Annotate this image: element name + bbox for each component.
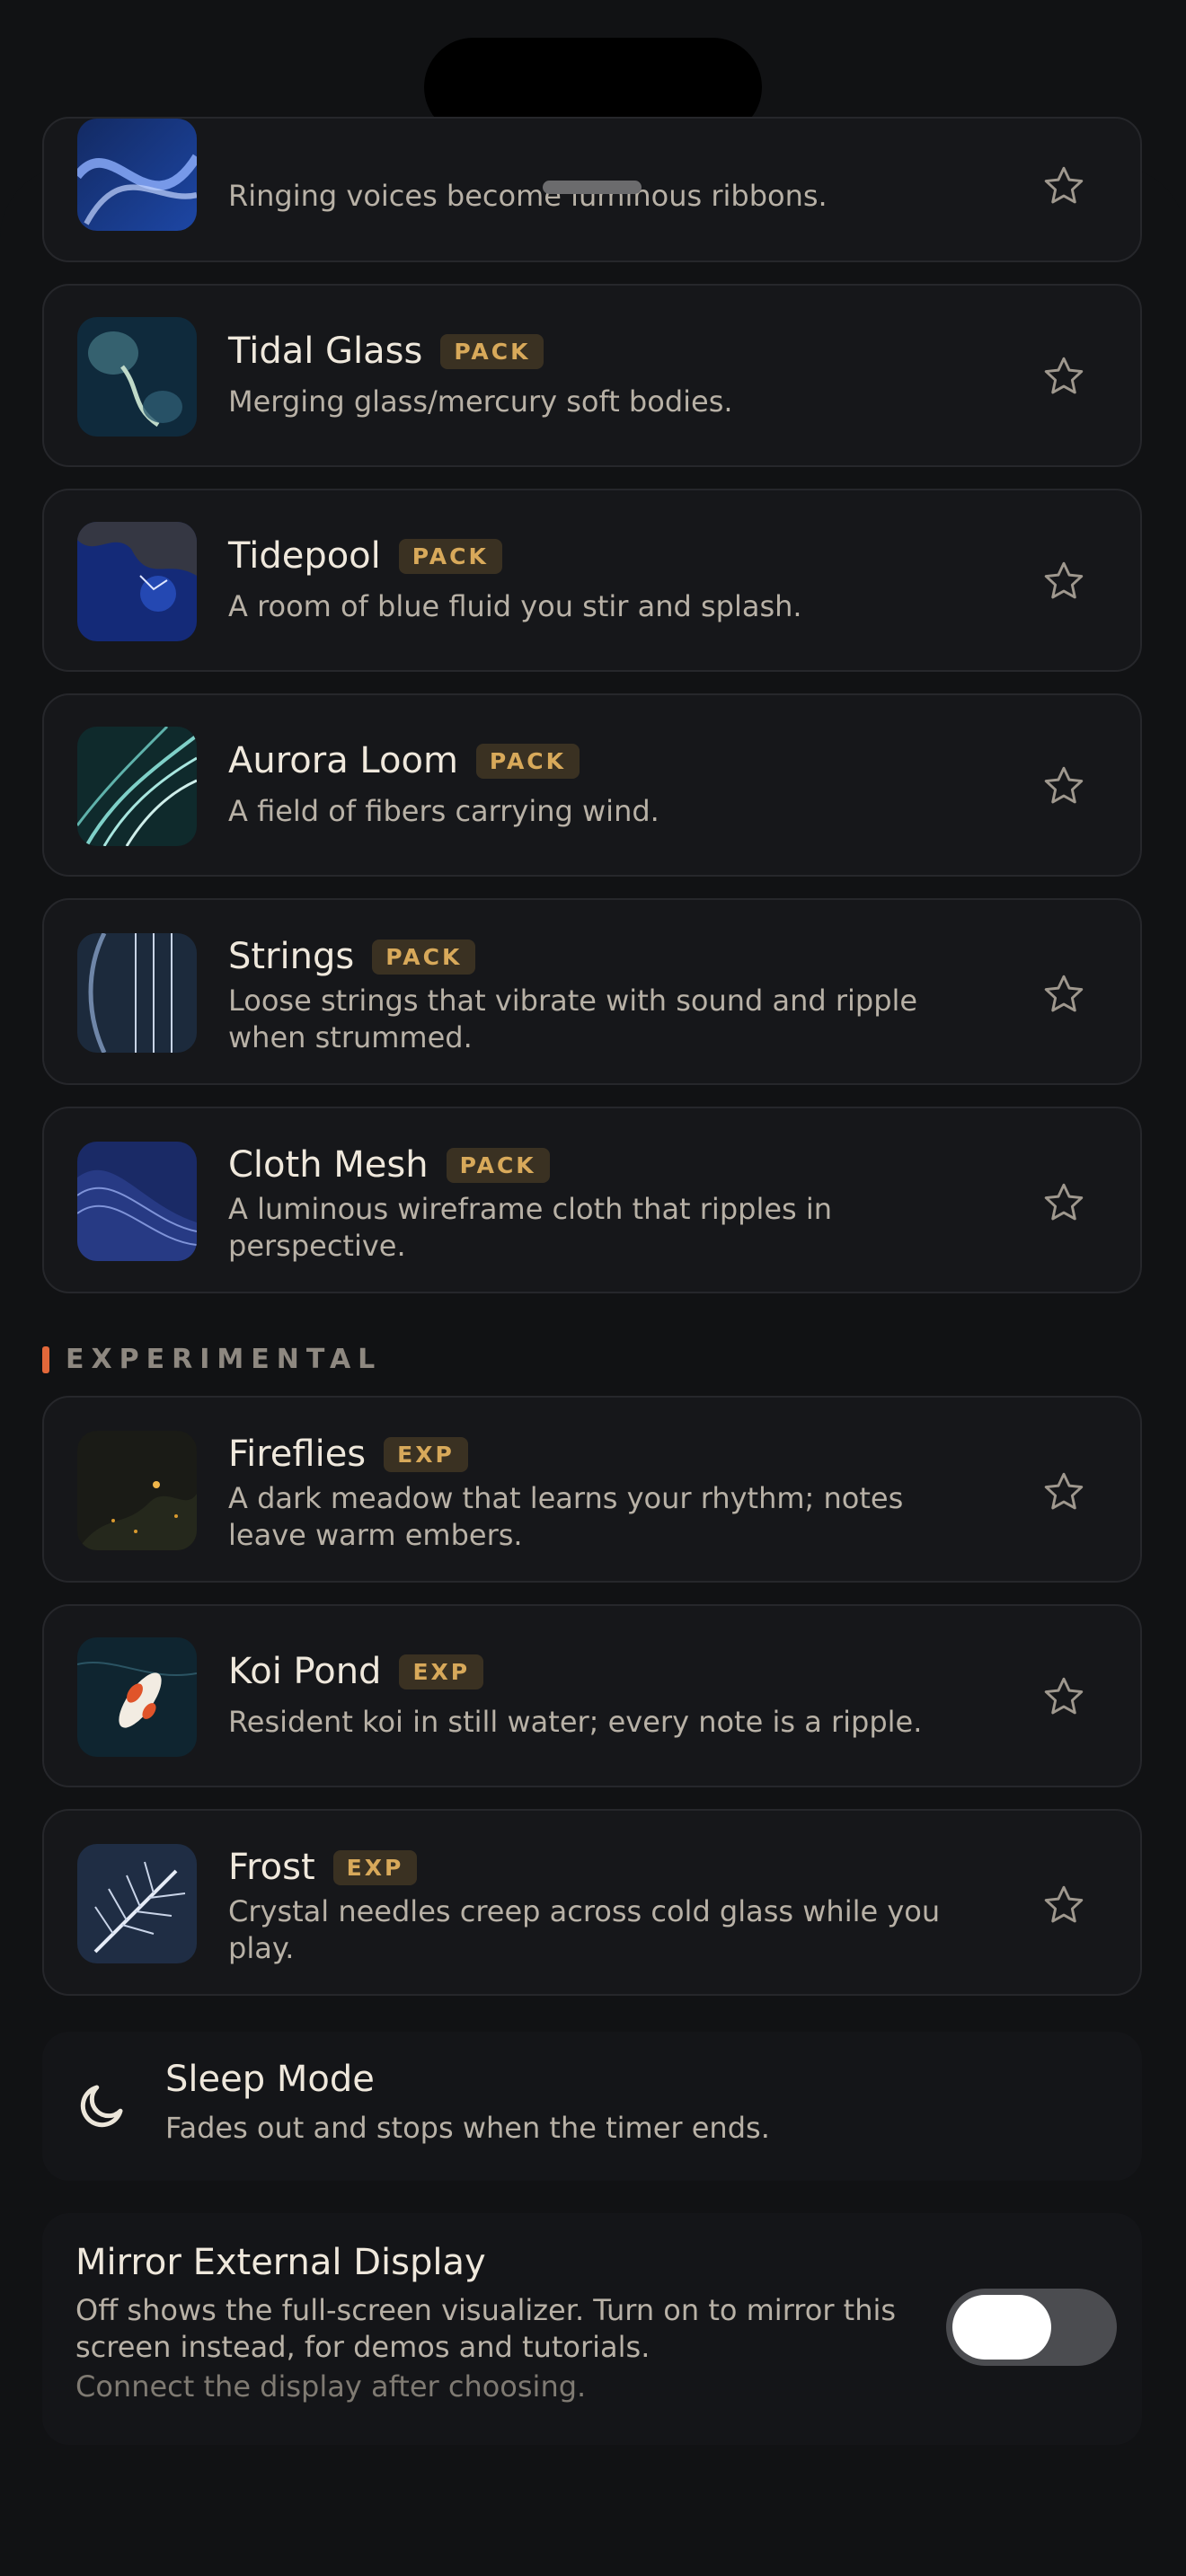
moon-icon (80, 2085, 123, 2128)
star-outline-icon[interactable] (1041, 163, 1086, 208)
item-description: Merging glass/mercury soft bodies. (228, 384, 733, 419)
item-title: Aurora Loom (228, 740, 458, 781)
mirror-display-note: Connect the display after choosing. (75, 2369, 587, 2404)
exp-badge: EXP (384, 1436, 468, 1472)
item-title: Frost (228, 1847, 315, 1888)
mirror-display-description: Off shows the full-screen visualizer. Tu… (75, 2293, 897, 2364)
koi-pond-thumbnail (77, 1637, 197, 1757)
pack-badge: PACK (398, 538, 502, 574)
star-outline-icon[interactable] (1041, 559, 1086, 604)
item-description: Resident koi in still water; every note … (228, 1705, 923, 1739)
item-title: Fireflies (228, 1434, 367, 1475)
sleep-mode-row[interactable]: Sleep Mode Fades out and stops when the … (42, 2032, 1142, 2181)
aurora-loom-thumbnail (77, 727, 197, 846)
cloth-mesh-thumbnail (77, 1142, 197, 1261)
list-item-fireflies[interactable]: Fireflies EXP A dark meadow that learns … (42, 1396, 1142, 1583)
item-title: Koi Pond (228, 1651, 382, 1692)
sleep-mode-description: Fades out and stops when the timer ends. (165, 2111, 770, 2145)
section-accent-bar (42, 1345, 49, 1373)
star-outline-icon[interactable] (1041, 1883, 1086, 1928)
item-description: A field of fibers carrying wind. (228, 794, 659, 828)
item-description: A room of blue fluid you stir and splash… (228, 589, 802, 623)
section-label: EXPERIMENTAL (66, 1344, 383, 1375)
fireflies-thumbnail (77, 1431, 197, 1550)
tidepool-thumbnail (77, 522, 197, 641)
experimental-section-header: EXPERIMENTAL (42, 1344, 382, 1375)
list-item-cloth-mesh[interactable]: Cloth Mesh PACK A luminous wireframe clo… (42, 1107, 1142, 1293)
item-description: A luminous wireframe cloth that ripples … (228, 1192, 833, 1263)
list-item-tidepool[interactable]: Tidepool PACK A room of blue fluid you s… (42, 489, 1142, 672)
exp-badge: EXP (332, 1849, 418, 1885)
pack-badge: PACK (372, 939, 476, 975)
star-outline-icon[interactable] (1041, 1469, 1086, 1514)
item-description: Crystal needles creep across cold glass … (228, 1894, 941, 1965)
sleep-mode-title: Sleep Mode (165, 2059, 375, 2100)
toggle-knob (952, 2295, 1051, 2360)
item-description: A dark meadow that learns your rhythm; n… (228, 1481, 904, 1552)
star-outline-icon[interactable] (1041, 763, 1086, 808)
list-item-strings[interactable]: Strings PACK Loose strings that vibrate … (42, 898, 1142, 1085)
star-outline-icon[interactable] (1041, 972, 1086, 1017)
list-item-frost[interactable]: Frost EXP Crystal needles creep across c… (42, 1809, 1142, 1996)
list-item-tidal-glass[interactable]: Tidal Glass PACK Merging glass/mercury s… (42, 284, 1142, 467)
tidal-glass-thumbnail (77, 317, 197, 437)
mirror-display-title: Mirror External Display (75, 2242, 486, 2283)
list-item-koi-pond[interactable]: Koi Pond EXP Resident koi in still water… (42, 1604, 1142, 1787)
strings-thumbnail (77, 933, 197, 1053)
exp-badge: EXP (399, 1654, 484, 1689)
item-title: Tidal Glass (228, 331, 423, 372)
sheet-grabber[interactable] (543, 181, 642, 194)
item-description: Loose strings that vibrate with sound an… (228, 984, 918, 1054)
item-title: Strings (228, 936, 355, 977)
star-outline-icon[interactable] (1041, 1180, 1086, 1225)
pack-badge: PACK (446, 1147, 550, 1183)
mirror-display-toggle[interactable] (946, 2289, 1117, 2366)
pack-badge: PACK (440, 333, 544, 369)
pack-badge: PACK (475, 743, 580, 779)
item-title: Cloth Mesh (228, 1144, 429, 1186)
ribbons-thumbnail (77, 119, 197, 231)
star-outline-icon[interactable] (1041, 1674, 1086, 1719)
frost-thumbnail (77, 1844, 197, 1963)
item-title: Tidepool (228, 535, 381, 577)
list-item-aurora-loom[interactable]: Aurora Loom PACK A field of fibers carry… (42, 693, 1142, 877)
star-outline-icon[interactable] (1041, 354, 1086, 399)
